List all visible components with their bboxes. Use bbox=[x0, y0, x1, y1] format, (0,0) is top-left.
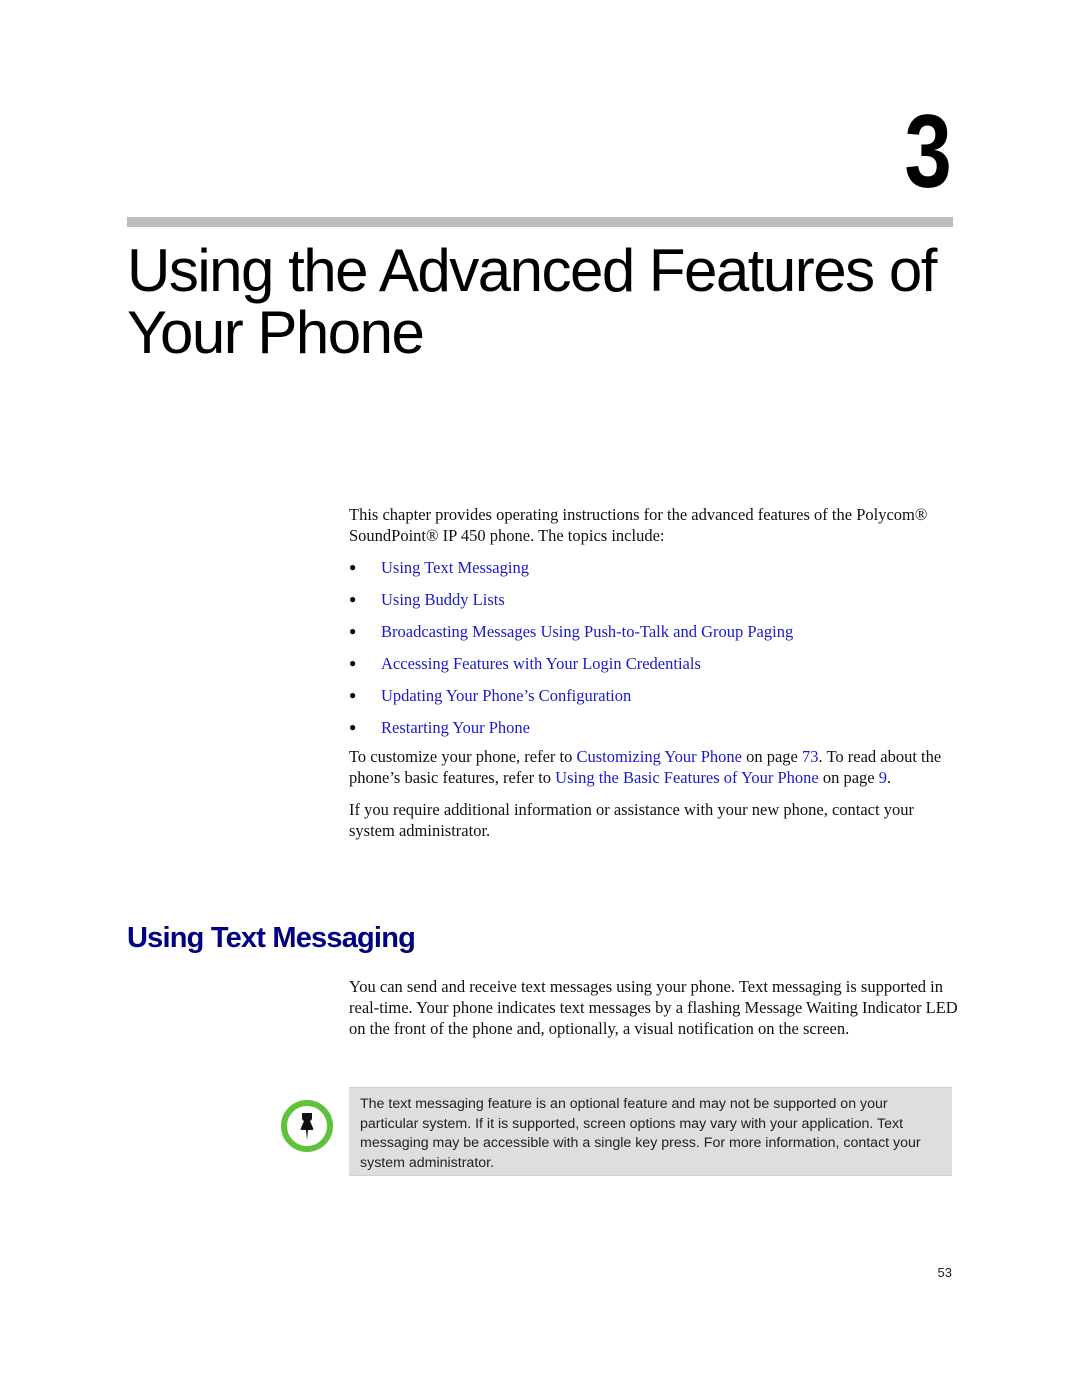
topic-item: ● Using Buddy Lists bbox=[349, 589, 959, 621]
text: To customize your phone, refer to bbox=[349, 747, 577, 766]
topic-link-buddy-lists[interactable]: Using Buddy Lists bbox=[381, 590, 505, 609]
section-body: You can send and receive text messages u… bbox=[349, 976, 959, 1039]
text: on page bbox=[818, 768, 879, 787]
topic-item: ● Restarting Your Phone bbox=[349, 717, 959, 746]
topic-item: ● Broadcasting Messages Using Push-to-Tal… bbox=[349, 621, 959, 653]
text: on page bbox=[741, 747, 802, 766]
topic-item: ● Updating Your Phone’s Configuration bbox=[349, 685, 959, 717]
intro-paragraph: This chapter provides operating instruct… bbox=[349, 505, 928, 545]
pushpin-icon bbox=[281, 1100, 333, 1152]
note-text: The text messaging feature is an optiona… bbox=[360, 1096, 921, 1171]
bullet-icon: ● bbox=[349, 624, 357, 638]
note-box: The text messaging feature is an optiona… bbox=[349, 1087, 952, 1176]
topic-link-text-messaging[interactable]: Using Text Messaging bbox=[381, 558, 529, 577]
topic-item: ● Accessing Features with Your Login Cred… bbox=[349, 653, 959, 685]
chapter-rule bbox=[127, 217, 953, 227]
link-page-9[interactable]: 9 bbox=[879, 768, 887, 787]
link-basic-features[interactable]: Using the Basic Features of Your Phone bbox=[555, 768, 819, 787]
bullet-icon: ● bbox=[349, 592, 357, 606]
bullet-icon: ● bbox=[349, 560, 357, 574]
chapter-intro: This chapter provides operating instruct… bbox=[349, 504, 959, 852]
bullet-icon: ● bbox=[349, 688, 357, 702]
assistance-paragraph: If you require additional information or… bbox=[349, 800, 914, 840]
link-page-73[interactable]: 73 bbox=[802, 747, 819, 766]
topic-link-broadcasting[interactable]: Broadcasting Messages Using Push-to-Talk… bbox=[381, 622, 793, 641]
page-number: 53 bbox=[937, 1265, 952, 1280]
topic-list: ● Using Text Messaging ● Using Buddy Lists… bbox=[349, 557, 959, 746]
bullet-icon: ● bbox=[349, 720, 357, 734]
bullet-icon: ● bbox=[349, 656, 357, 670]
topic-link-updating-configuration[interactable]: Updating Your Phone’s Configuration bbox=[381, 686, 631, 705]
topic-link-login-credentials[interactable]: Accessing Features with Your Login Crede… bbox=[381, 654, 701, 673]
chapter-title: Using the Advanced Features of Your Phon… bbox=[127, 237, 937, 366]
text: . bbox=[886, 768, 892, 787]
chapter-number: 3 bbox=[904, 94, 952, 210]
section-heading: Using Text Messaging bbox=[127, 922, 416, 954]
link-customizing-your-phone[interactable]: Customizing Your Phone bbox=[576, 747, 741, 766]
topic-link-restarting[interactable]: Restarting Your Phone bbox=[381, 718, 530, 737]
cross-reference-paragraph: To customize your phone, refer to Custom… bbox=[349, 746, 959, 788]
topic-item: ● Using Text Messaging bbox=[349, 557, 959, 589]
section-paragraph: You can send and receive text messages u… bbox=[349, 977, 958, 1038]
